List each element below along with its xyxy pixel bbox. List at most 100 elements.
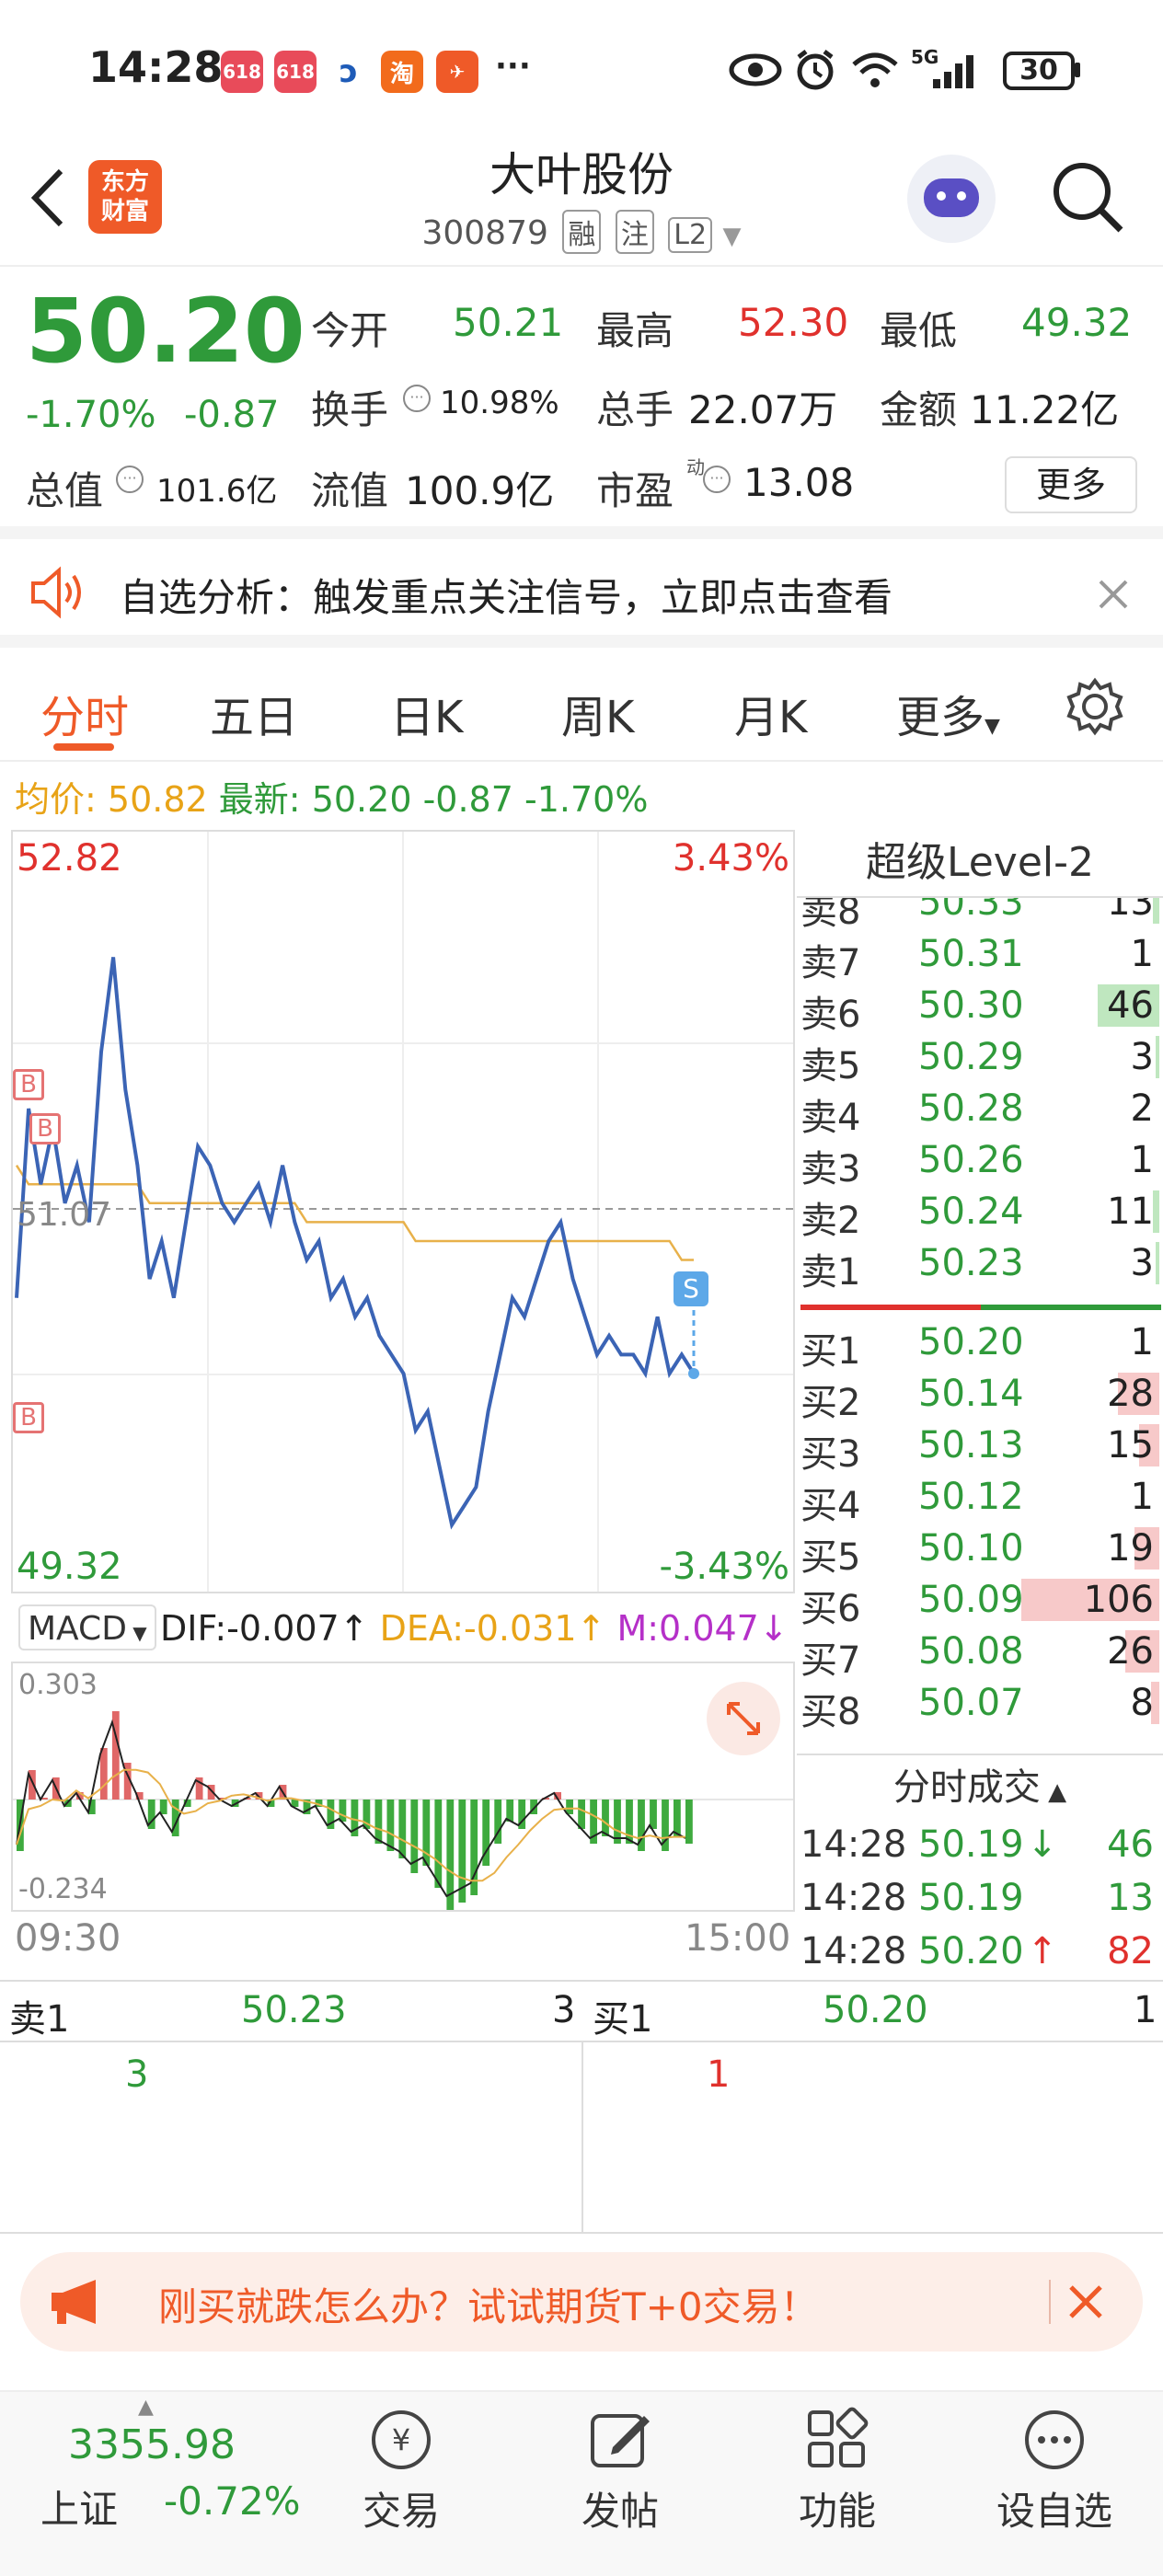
divider [0, 2232, 1163, 2234]
chart-info-line: 均价: 50.82 最新: 50.20 -0.87 -1.70% [15, 771, 648, 822]
speaker-icon [31, 566, 81, 619]
sell-marker[interactable]: S [674, 1271, 708, 1306]
caret-up-icon: ▲ [1040, 1778, 1067, 1806]
trade-price: 50.19 [918, 1823, 1024, 1866]
bottom-buy-vol: 1 [1134, 1989, 1157, 2031]
bid-row[interactable]: 买7 50.08 26 [797, 1627, 1159, 1682]
macd-top-value: 0.303 [18, 1669, 98, 1701]
buy-marker[interactable]: B [13, 1069, 44, 1100]
macd-bar [398, 1800, 407, 1858]
macd-bottom-value: -0.234 [18, 1873, 108, 1905]
level-price: 50.13 [918, 1424, 1024, 1466]
macd-bar [374, 1800, 383, 1844]
total-cap-value: 101.6亿 [156, 473, 278, 510]
tag-l2: L2 [668, 217, 713, 253]
info-dots-icon[interactable]: ··· [116, 466, 144, 493]
chart-top-pct: 3.43% [672, 837, 789, 880]
notice-text[interactable]: 自选分析：触发重点关注信号，立即点击查看 [120, 567, 892, 623]
macd-bar [339, 1800, 347, 1822]
macd-bar [159, 1800, 167, 1814]
trade-time: 14:28 [800, 1877, 907, 1919]
close-icon[interactable] [1067, 2283, 1104, 2320]
ask-row[interactable]: 卖6 50.30 46 [797, 981, 1159, 1036]
current-price: 50.20 [26, 280, 305, 383]
level-volume: 8 [1130, 1682, 1154, 1724]
macd-bar [674, 1800, 681, 1836]
level-label: 买1 [800, 1330, 861, 1373]
tab-more[interactable]: 更多▼ [896, 681, 1000, 745]
bid-row[interactable]: 买6 50.09 106 [797, 1575, 1159, 1630]
level-price: 50.14 [918, 1373, 1024, 1415]
more-notifications-icon: ··· [495, 48, 531, 85]
level-price: 50.24 [918, 1190, 1024, 1233]
info-dots-icon[interactable]: ··· [403, 385, 431, 412]
level-label: 买6 [800, 1588, 861, 1630]
bottom-sell-price: 50.23 [241, 1989, 347, 2031]
latest-value: 50.20 [311, 779, 412, 820]
bid-row[interactable]: 买2 50.14 28 [797, 1369, 1159, 1424]
arrow-up-icon: ↑ [576, 1608, 606, 1649]
trades-title-row[interactable]: 分时成交 ▲ [797, 1755, 1163, 1820]
ask-row[interactable]: 卖8 50.33 13 [797, 898, 1159, 933]
ask-row[interactable]: 卖2 50.24 11 [797, 1187, 1159, 1242]
order-book-title[interactable]: 超级Level-2 [797, 830, 1163, 898]
app-icon-swirl: ↄ [328, 51, 370, 93]
robot-assistant-icon[interactable] [907, 155, 996, 243]
intraday-chart-area[interactable]: 52.82 3.43% 51.07 49.32 -3.43% B B B S [11, 830, 795, 1593]
level-volume: 26 [1107, 1630, 1154, 1673]
tab-weekly-k[interactable]: 周K [561, 681, 634, 745]
info-dots-icon[interactable]: ··· [703, 466, 731, 493]
buy-marker[interactable]: B [13, 1402, 44, 1433]
tab-intraday[interactable]: 分时 [40, 681, 129, 745]
level-label: 买4 [800, 1485, 861, 1527]
bid-row[interactable]: 买8 50.07 8 [797, 1678, 1159, 1733]
gear-icon[interactable] [1065, 677, 1124, 736]
bid-row[interactable]: 买5 50.10 19 [797, 1524, 1159, 1579]
level-label: 买5 [800, 1536, 861, 1579]
float-cap-value: 100.9亿 [405, 468, 555, 513]
chart-top-price: 52.82 [17, 837, 122, 880]
eye-icon [729, 53, 782, 86]
ask-row[interactable]: 卖4 50.28 2 [797, 1084, 1159, 1139]
bid-row[interactable]: 买1 50.20 1 [797, 1317, 1159, 1373]
open-value: 50.21 [453, 300, 564, 345]
macd-bar [602, 1800, 609, 1836]
index-name[interactable]: 上证 [40, 2478, 118, 2535]
trade-time: 14:28 [800, 1930, 907, 1972]
level-price: 50.29 [918, 1036, 1024, 1078]
bottom-sell-label: 卖1 [9, 1998, 70, 2041]
macd-panel[interactable]: 0.303 -0.234 [11, 1662, 795, 1912]
order-book-panel: 超级Level-2 卖8 50.33 13 卖7 50.31 1 卖6 50.30 46 卖5 50… [797, 830, 1163, 1980]
bid-row[interactable]: 买4 50.12 1 [797, 1472, 1159, 1527]
level-label: 卖7 [800, 942, 861, 984]
status-bar: 14:28 618 618 ↄ 淘 ✈ ··· 5G 30 [0, 0, 1163, 147]
ask-row[interactable]: 卖3 50.26 1 [797, 1135, 1159, 1190]
ad-text[interactable]: 刚买就跌怎么办？试试期货T+0交易！ [158, 2276, 819, 2332]
edit-icon [591, 2414, 650, 2467]
tab-monthly-k[interactable]: 月K [734, 681, 807, 745]
macd-selector[interactable]: MACD ▼ [18, 1604, 156, 1650]
last-price-dot [688, 1367, 699, 1379]
grid-icon [808, 2407, 869, 2467]
index-change[interactable]: -0.72% [164, 2478, 301, 2524]
volume-bar [1155, 1036, 1159, 1078]
index-value[interactable]: 3355.98 [68, 2421, 236, 2468]
caret-down-icon: ▼ [985, 715, 1000, 738]
ask-row[interactable]: 卖5 50.29 3 [797, 1032, 1159, 1087]
search-icon[interactable] [1049, 158, 1126, 236]
buy-marker[interactable]: B [29, 1113, 61, 1144]
price-chart [13, 832, 793, 1592]
ask-row[interactable]: 卖7 50.31 1 [797, 929, 1159, 984]
tab-daily-k[interactable]: 日K [390, 681, 463, 745]
bid-row[interactable]: 买3 50.13 15 [797, 1420, 1159, 1476]
level-volume: 1 [1130, 1476, 1154, 1518]
macd-bar [99, 1748, 108, 1800]
chart-bottom-pct: -3.43% [659, 1546, 789, 1588]
tab-five-day[interactable]: 五日 [210, 681, 298, 745]
ask-row[interactable]: 卖1 50.23 3 [797, 1238, 1159, 1294]
avg-value: 50.82 [107, 779, 208, 820]
close-icon[interactable] [1095, 576, 1132, 613]
expand-icon[interactable] [707, 1682, 780, 1755]
macd-bar [434, 1800, 443, 1888]
more-button[interactable]: 更多 [1005, 456, 1137, 513]
